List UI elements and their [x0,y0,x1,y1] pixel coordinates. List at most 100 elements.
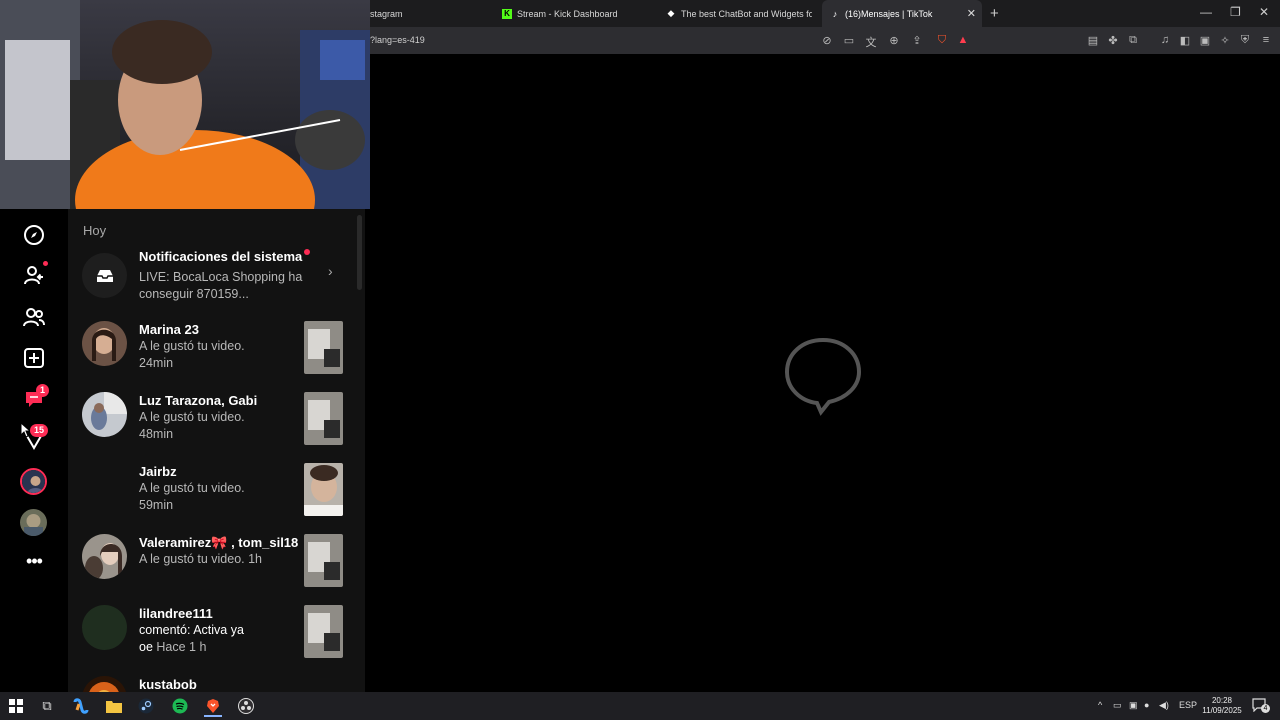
tab-label: stagram [370,8,403,19]
address-bar[interactable]: ?lang=es-419 ⊘ ▭ 文 ⊕ ⇪ ⛉ ▲ ▤ ✤ ⧉ ♫ ◧ ▣ ✧… [370,27,1280,54]
notification-row[interactable]: Luz Tarazona, Gabi A le gustó tu video. … [82,392,362,446]
notification-preview: LIVE: BocaLoca Shopping ha conseguir 870… [139,270,303,301]
chevron-right-icon: › [328,263,333,279]
mute-icon[interactable]: ⊘ [820,34,834,47]
following-icon[interactable] [22,261,48,287]
panel-scrollbar[interactable] [357,215,362,290]
notification-row[interactable]: Valeramirez🎀 , tom_sil18 A le gustó tu v… [82,534,362,588]
clock-time: 20:28 [1211,696,1233,705]
notification-title: Notificaciones del sistema [139,249,311,264]
upload-icon[interactable] [22,346,46,370]
botrix-icon: ◆ [667,8,675,18]
notification-center-icon[interactable]: 4 [1252,698,1270,713]
notifications-panel: Hoy Notificaciones del sistema LIVE: Boc… [68,209,365,692]
close-tab-icon[interactable]: ✕ [967,7,976,20]
video-thumbnail[interactable] [304,605,343,658]
language-indicator[interactable]: ESP [1179,700,1197,710]
obs-icon[interactable] [237,697,255,715]
windows-start-icon[interactable] [7,697,25,715]
section-header: Hoy [83,223,107,238]
tiktok-sidebar: 1 15 ••• [0,209,69,692]
notification-row[interactable]: kustabob [82,676,362,692]
tab-label: (16)Mensajes | TikTok [845,8,933,19]
more-icon[interactable]: ••• [22,549,46,573]
media-icon[interactable]: ♫ [1158,34,1172,46]
zoom-icon[interactable]: ⊕ [887,34,901,47]
share-icon[interactable]: ⇪ [910,34,924,47]
tab-kick-dashboard[interactable]: K Stream - Kick Dashboard [502,0,652,27]
brave-browser-icon[interactable] [204,697,222,717]
translate-icon[interactable]: 文 [864,34,878,50]
file-explorer-icon[interactable] [105,697,123,715]
screenshot-icon[interactable]: ⧉ [1126,34,1140,47]
user-avatar[interactable] [82,534,127,579]
username[interactable]: Luz Tarazona, Gabi [139,393,257,408]
vpn-icon[interactable]: ⛨ [1238,34,1252,47]
username[interactable]: Valeramirez🎀 , tom_sil18 [139,535,298,551]
notification-text: A le gustó tu video. [139,481,245,495]
display-icon[interactable]: ▣ [1129,700,1138,711]
comment-line: oe Hace 1 h [139,640,207,654]
webcam-overlay [0,0,370,209]
steam-icon[interactable] [137,697,155,715]
user-avatar[interactable] [82,676,127,692]
spotify-icon[interactable] [171,697,189,715]
notification-row[interactable]: Jairbz A le gustó tu video. 59min [82,463,362,517]
video-thumbnail[interactable] [304,534,343,587]
user-avatar[interactable] [82,605,127,650]
messages-icon[interactable]: 1 [22,384,50,411]
chat-bubble-icon [784,337,862,416]
reader-icon[interactable]: ▤ [1086,34,1100,47]
video-thumbnail[interactable] [304,321,343,374]
menu-icon[interactable]: ≡ [1259,34,1273,46]
username[interactable]: lilandree111 [139,606,213,621]
friends-icon[interactable] [22,305,46,329]
mouse-cursor-icon [20,422,30,438]
user-avatar[interactable] [82,392,127,437]
explore-icon[interactable] [22,223,46,247]
cast-icon[interactable]: ▭ [842,34,856,47]
username[interactable]: Jairbz [139,464,177,479]
restore-icon[interactable]: ❐ [1230,5,1241,19]
kick-icon: K [502,8,512,19]
copilot-icon[interactable] [72,697,90,715]
username[interactable]: kustabob [139,677,197,692]
minimize-icon[interactable]: — [1200,5,1212,19]
speaker-icon[interactable]: ◀) [1159,700,1169,711]
new-dot-indicator [43,261,48,266]
sidebar-icon[interactable]: ◧ [1178,34,1192,47]
tab-botrix[interactable]: ◆ The best ChatBot and Widgets for Ki [666,0,812,27]
browser-tab-bar: stagram K Stream - Kick Dashboard ◆ The … [370,0,1280,27]
notification-time: 24min [139,356,174,370]
tab-instagram[interactable]: stagram [370,0,490,27]
new-tab-button[interactable]: + [990,5,999,22]
leo-ai-icon[interactable]: ✧ [1218,34,1232,47]
system-notification-row[interactable]: Notificaciones del sistema LIVE: BocaLoc… [82,249,362,301]
extensions-icon[interactable]: ✤ [1106,34,1120,47]
close-window-icon[interactable]: ✕ [1259,5,1269,19]
wallet-icon[interactable]: ▣ [1198,34,1212,47]
notification-text: A le gustó tu video. 1h [139,552,263,566]
notification-text: A le gustó tu video. [139,410,245,424]
user-avatar[interactable] [82,321,127,366]
notification-time: 59min [139,498,174,512]
url-text[interactable]: ?lang=es-419 [370,35,425,45]
task-view-icon[interactable]: ⧉ [38,697,56,715]
notification-row[interactable]: Marina 23 A le gustó tu video. 24min [82,321,362,375]
username[interactable]: Marina 23 [139,322,199,337]
coins-avatar[interactable] [20,509,47,536]
live-badge: 15 [30,424,49,437]
notification-row[interactable]: lilandree111 comentó: Activa ya oe Hace … [82,605,362,659]
video-thumbnail[interactable] [304,392,343,445]
clock[interactable]: 20:28 11/09/2025 [1200,696,1244,716]
brave-shields-icon[interactable]: ⛉ [935,34,949,47]
chevron-up-icon[interactable]: ^ [1098,700,1102,710]
network-monitor-icon[interactable]: ▭ [1113,700,1122,711]
profile-avatar[interactable] [20,468,47,495]
tiktok-icon: ♪ [832,8,838,19]
brave-rewards-icon[interactable]: ▲ [956,34,970,46]
tab-tiktok[interactable]: ♪ (16)Mensajes | TikTok ✕ [822,0,982,27]
inbox-icon [82,253,127,298]
video-thumbnail[interactable] [304,463,343,516]
microphone-icon[interactable]: ● [1144,700,1149,710]
